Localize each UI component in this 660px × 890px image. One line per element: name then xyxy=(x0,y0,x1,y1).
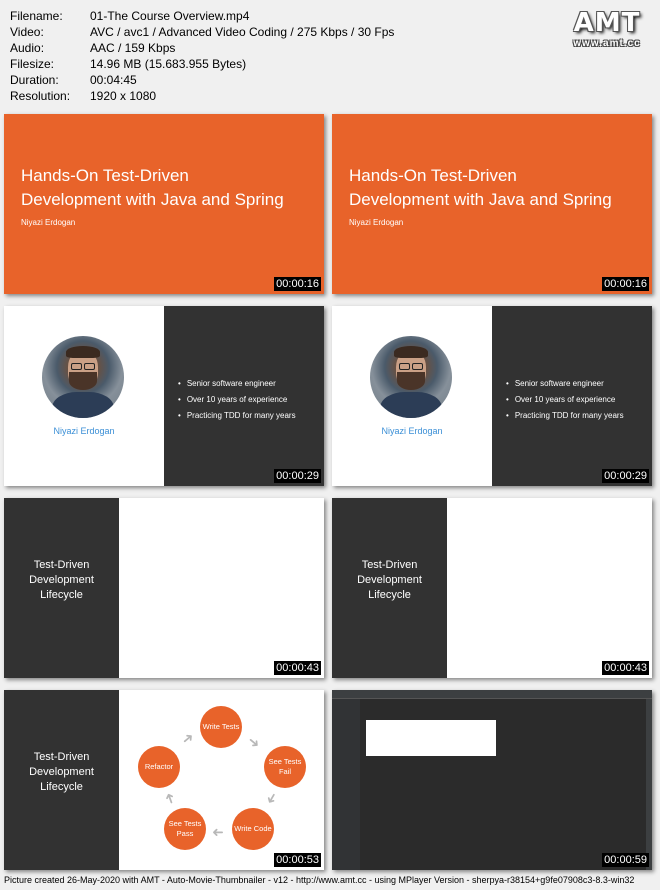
code-highlight xyxy=(366,720,496,756)
timestamp: 00:00:59 xyxy=(602,853,649,867)
thumbnail-3[interactable]: Niyazi Erdogan Senior software engineer … xyxy=(4,306,324,486)
thumbnail-7[interactable]: Test-Driven Development Lifecycle Write Te… xyxy=(4,690,324,870)
ide-toolbar xyxy=(332,690,652,699)
thumbnail-8[interactable]: 00:00:59 xyxy=(332,690,652,870)
filesize-value: 14.96 MB (15.683.955 Bytes) xyxy=(90,57,247,71)
thumbnail-6[interactable]: Test-Driven Development Lifecycle 00:00:43 xyxy=(332,498,652,678)
footer-text: Picture created 26-May-2020 with AMT - A… xyxy=(4,875,635,885)
arrow-icon: ➜ xyxy=(212,825,224,841)
lifecycle-title: Test-Driven Development Lifecycle xyxy=(29,751,94,793)
amt-logo: AMT www.amt.cc xyxy=(573,8,641,49)
lifecycle-title: Test-Driven Development Lifecycle xyxy=(29,559,94,601)
presenter-name: Niyazi Erdogan xyxy=(53,426,115,436)
arrow-icon: ➜ xyxy=(244,732,264,753)
slide-author: Niyazi Erdogan xyxy=(349,218,404,227)
node-see-tests-pass: See Tests Pass xyxy=(164,808,206,850)
video-value: AVC / avc1 / Advanced Video Coding / 275… xyxy=(90,25,395,39)
ide-scrollbar xyxy=(646,699,652,870)
slide-title: Hands-On Test-Driven Development with Jav… xyxy=(21,166,284,209)
arrow-icon: ➜ xyxy=(159,790,179,807)
bio-bullets: Senior software engineer Over 10 years o… xyxy=(506,376,624,424)
thumbnail-5[interactable]: Test-Driven Development Lifecycle 00:00:43 xyxy=(4,498,324,678)
timestamp: 00:00:29 xyxy=(274,469,321,483)
duration-value: 00:04:45 xyxy=(90,73,137,87)
node-write-code: Write Code xyxy=(232,808,274,850)
lifecycle-title: Test-Driven Development Lifecycle xyxy=(357,559,422,601)
bio-bullets: Senior software engineer Over 10 years o… xyxy=(178,376,296,424)
presenter-name: Niyazi Erdogan xyxy=(381,426,443,436)
timestamp: 00:00:16 xyxy=(274,277,321,291)
timestamp: 00:00:53 xyxy=(274,853,321,867)
arrow-icon: ➜ xyxy=(177,728,198,749)
audio-value: AAC / 159 Kbps xyxy=(90,41,176,55)
node-write-tests: Write Tests xyxy=(200,706,242,748)
thumbnail-2[interactable]: Hands-On Test-Driven Development with Jav… xyxy=(332,114,652,294)
thumbnail-1[interactable]: Hands-On Test-Driven Development with Jav… xyxy=(4,114,324,294)
slide-author: Niyazi Erdogan xyxy=(21,218,76,227)
timestamp: 00:00:43 xyxy=(274,661,321,675)
timestamp: 00:00:16 xyxy=(602,277,649,291)
resolution-value: 1920 x 1080 xyxy=(90,89,157,103)
timestamp: 00:00:29 xyxy=(602,469,649,483)
filename-value: 01-The Course Overview.mp4 xyxy=(90,9,250,23)
file-info: Filename: 01-The Course Overview.mp4 Vide… xyxy=(10,9,395,103)
presenter-photo xyxy=(370,336,452,418)
node-refactor: Refactor xyxy=(138,746,180,788)
ide-gutter xyxy=(332,699,360,870)
node-see-tests-fail: See Tests Fail xyxy=(264,746,306,788)
arrow-icon: ➜ xyxy=(262,789,283,808)
timestamp: 00:00:43 xyxy=(602,661,649,675)
thumbnail-4[interactable]: Niyazi Erdogan Senior software engineer … xyxy=(332,306,652,486)
slide-title: Hands-On Test-Driven Development with Jav… xyxy=(349,166,612,209)
presenter-photo xyxy=(42,336,124,418)
